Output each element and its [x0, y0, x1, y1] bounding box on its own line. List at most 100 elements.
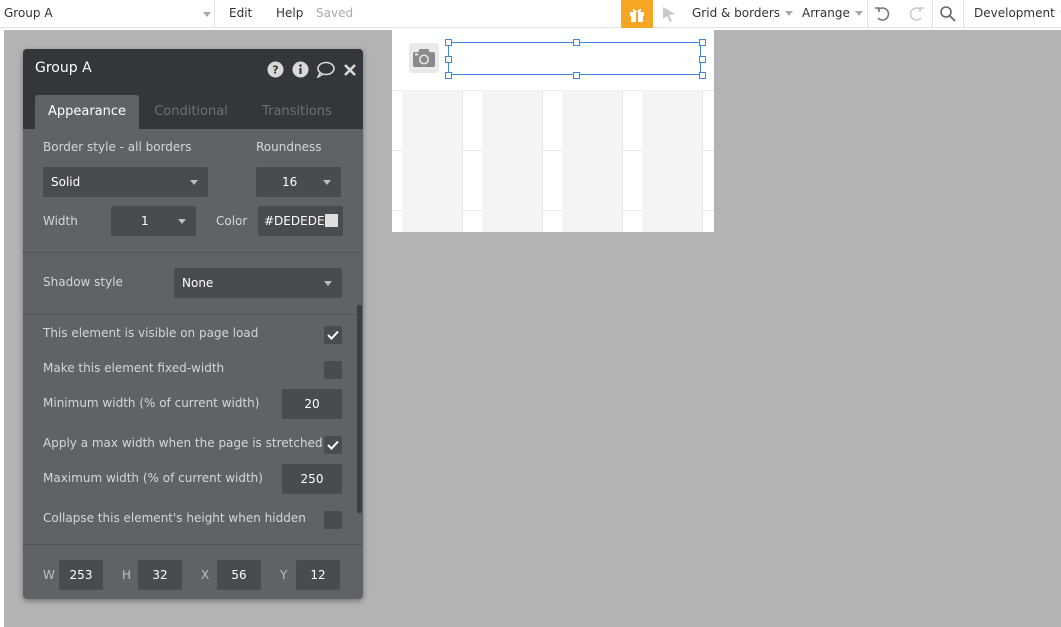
grid-column — [562, 90, 622, 232]
y-dim-label: Y — [280, 568, 288, 582]
chevron-down-icon — [190, 180, 198, 185]
resize-handle[interactable] — [699, 72, 706, 79]
chevron-down-icon — [178, 219, 186, 224]
min-width-input[interactable]: 20 — [282, 389, 342, 419]
comment-icon[interactable] — [316, 61, 335, 78]
resize-handle[interactable] — [445, 56, 452, 63]
divider — [932, 0, 933, 28]
max-width-input[interactable]: 250 — [282, 464, 342, 494]
camera-icon — [413, 49, 435, 67]
divider — [23, 314, 363, 315]
edit-menu[interactable]: Edit — [229, 0, 252, 28]
checkmark-icon — [327, 440, 339, 450]
color-swatch — [325, 214, 338, 227]
panel-header[interactable]: Group A ? — [23, 49, 363, 89]
resize-handle[interactable] — [699, 39, 706, 46]
shadow-style-label: Shadow style — [43, 275, 123, 289]
gift-icon — [630, 8, 644, 22]
checkmark-icon — [327, 330, 339, 340]
grid-line — [622, 90, 623, 232]
grid-borders-label: Grid & borders — [692, 6, 781, 20]
width-dim-label: W — [43, 568, 55, 582]
undo-icon — [875, 7, 890, 21]
version-dropdown[interactable]: Development — [974, 0, 1061, 28]
redo-button[interactable] — [907, 5, 925, 23]
tab-transitions[interactable]: Transitions — [249, 95, 345, 129]
search-icon — [940, 6, 956, 22]
chevron-down-icon — [203, 12, 211, 17]
fixed-width-checkbox[interactable] — [324, 361, 342, 379]
gift-button[interactable] — [621, 0, 653, 28]
close-icon[interactable] — [343, 63, 357, 77]
panel-title: Group A — [35, 60, 92, 76]
border-color-value: #DEDEDE — [264, 214, 325, 228]
fixed-width-label: Make this element fixed-width — [43, 361, 225, 375]
select-tool[interactable] — [662, 5, 676, 23]
width-dim-input[interactable]: 253 — [59, 560, 103, 590]
height-dim-input[interactable]: 32 — [138, 560, 182, 590]
page-preview[interactable] — [392, 30, 714, 232]
arrange-menu[interactable]: Arrange — [802, 0, 863, 28]
arrange-label: Arrange — [802, 6, 850, 20]
grid-line — [702, 90, 703, 232]
x-dim-input[interactable]: 56 — [217, 560, 261, 590]
roundness-dropdown[interactable]: 16 — [256, 167, 341, 197]
divider — [963, 0, 964, 28]
divider — [867, 0, 868, 28]
divider — [23, 544, 363, 545]
border-width-dropdown[interactable]: 1 — [111, 206, 196, 236]
element-selector-label: Group A — [4, 6, 53, 20]
resize-handle[interactable] — [445, 39, 452, 46]
collapse-hidden-label: Collapse this element's height when hidd… — [43, 511, 306, 525]
image-element[interactable] — [409, 43, 439, 73]
undo-button[interactable] — [874, 5, 892, 23]
min-width-label: Minimum width (% of current width) — [43, 396, 260, 410]
visible-on-load-label: This element is visible on page load — [43, 326, 259, 340]
resize-handle[interactable] — [573, 72, 580, 79]
help-menu[interactable]: Help — [276, 0, 303, 28]
grid-column — [642, 90, 702, 232]
resize-handle[interactable] — [573, 39, 580, 46]
search-button[interactable] — [939, 5, 957, 23]
border-style-dropdown[interactable]: Solid — [43, 167, 208, 197]
color-label: Color — [216, 214, 248, 228]
resize-handle[interactable] — [699, 56, 706, 63]
apply-max-width-label: Apply a max width when the page is stret… — [43, 436, 323, 450]
y-dim-input[interactable]: 12 — [296, 560, 340, 590]
border-style-value: Solid — [51, 175, 81, 189]
group-a-element[interactable] — [448, 42, 701, 75]
tab-conditional[interactable]: Conditional — [143, 95, 239, 129]
width-label: Width — [43, 214, 78, 228]
top-toolbar: Group A Edit Help Saved Grid & borders A… — [0, 0, 1061, 28]
element-selector-dropdown[interactable]: Group A — [4, 0, 214, 28]
roundness-label: Roundness — [256, 140, 322, 154]
help-icon[interactable]: ? — [267, 61, 284, 78]
border-color-picker[interactable]: #DEDEDE — [258, 206, 343, 236]
chevron-down-icon — [854, 11, 863, 16]
tab-appearance[interactable]: Appearance — [35, 95, 139, 129]
height-dim-label: H — [122, 568, 132, 582]
redo-icon — [909, 7, 924, 21]
border-style-label: Border style - all borders — [43, 140, 192, 154]
version-label: Development — [974, 6, 1055, 20]
save-status: Saved — [316, 6, 354, 20]
resize-handle[interactable] — [445, 72, 452, 79]
chevron-down-icon — [785, 11, 794, 16]
grid-borders-menu[interactable]: Grid & borders — [692, 0, 794, 28]
apply-max-width-checkbox[interactable] — [324, 436, 342, 454]
panel-tabs: Appearance Conditional Transitions — [23, 89, 363, 129]
shadow-style-dropdown[interactable]: None — [174, 268, 342, 298]
collapse-hidden-checkbox[interactable] — [324, 511, 342, 529]
grid-line — [542, 90, 543, 232]
grid-line — [462, 90, 463, 232]
grid-column — [482, 90, 542, 232]
roundness-value: 16 — [282, 175, 298, 189]
panel-scrollbar[interactable] — [357, 305, 362, 513]
x-dim-label: X — [201, 568, 210, 582]
svg-text:?: ? — [272, 64, 278, 77]
grid-column — [402, 90, 462, 232]
cursor-arrow-icon — [663, 7, 675, 22]
divider — [23, 252, 363, 253]
visible-on-load-checkbox[interactable] — [324, 326, 342, 344]
info-icon[interactable] — [292, 61, 309, 78]
